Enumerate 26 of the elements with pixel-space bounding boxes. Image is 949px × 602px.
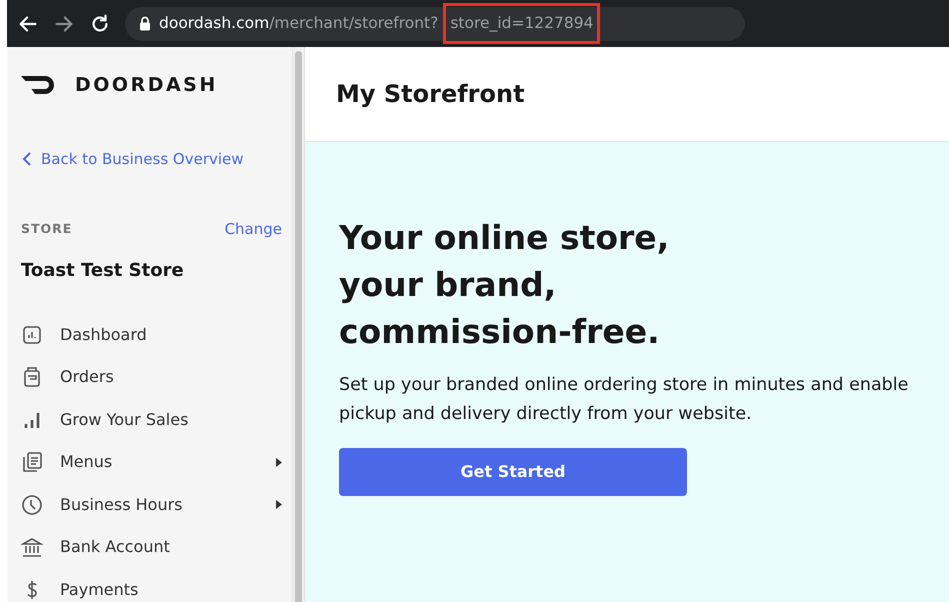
dashboard-icon — [21, 324, 43, 346]
scrollbar-thumb[interactable] — [295, 51, 302, 602]
logo-text: DOORDASH — [75, 73, 218, 98]
highlighted-url-query: store_id=1227894 — [446, 6, 598, 42]
bank-icon — [21, 536, 43, 558]
bag-icon — [21, 366, 43, 388]
get-started-button[interactable]: Get Started — [339, 448, 687, 496]
sidebar-item[interactable]: Orders — [21, 356, 282, 398]
chevron-left-icon — [21, 150, 33, 167]
menu-list-icon — [21, 451, 43, 474]
sidebar-item[interactable]: Dashboard — [21, 314, 282, 356]
sidebar-item[interactable]: Grow Your Sales — [21, 398, 282, 441]
page-title: My Storefront — [336, 80, 525, 108]
sidebar-item[interactable]: Payments — [21, 568, 282, 602]
lock-icon — [139, 16, 151, 31]
change-link[interactable]: Change — [224, 218, 282, 240]
hero-description: Set up your branded online ordering store in minutes and enable pickup and delivery directly from your website. — [339, 374, 910, 426]
url-text: doordash.com/merchant/storefront? — [159, 12, 438, 34]
section-label: STORE — [21, 220, 72, 238]
hero-heading: Your online store, your brand, commission-free. — [339, 217, 670, 353]
sidebar-item[interactable]: Menus — [21, 441, 282, 484]
store-name: Toast Test Store — [21, 258, 185, 282]
clock-icon — [21, 494, 43, 516]
back-link-label[interactable]: Back to Business Overview — [41, 148, 244, 170]
sidebar-item[interactable]: Bank Account — [21, 526, 282, 568]
sidebar-item[interactable]: Business Hours — [21, 484, 282, 526]
